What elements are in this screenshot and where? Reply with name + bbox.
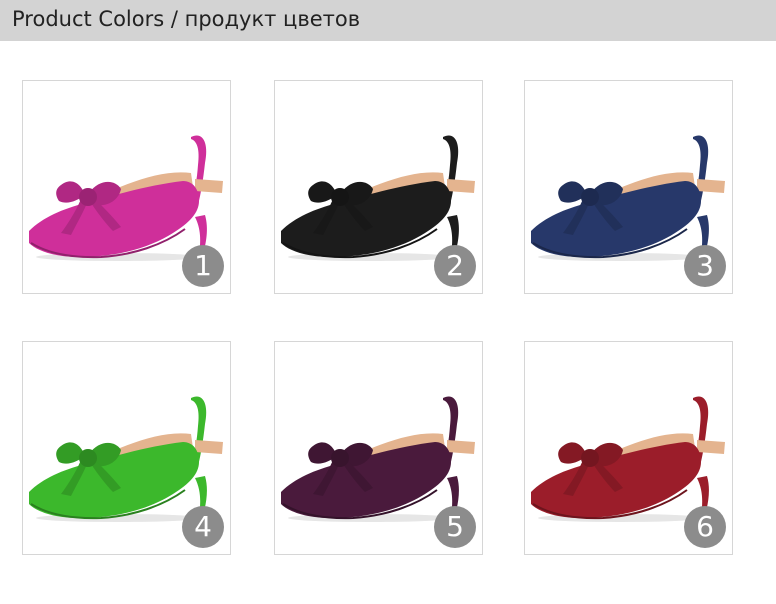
product-color-option-1[interactable]: 1 xyxy=(22,80,231,294)
product-color-option-5[interactable]: 5 xyxy=(274,341,483,555)
header-bar: Product Colors / продукт цветов xyxy=(0,0,776,41)
color-number-badge: 2 xyxy=(434,245,476,287)
product-color-option-3[interactable]: 3 xyxy=(524,80,733,294)
color-number-badge: 6 xyxy=(684,506,726,548)
product-color-option-6[interactable]: 6 xyxy=(524,341,733,555)
page-title: Product Colors / продукт цветов xyxy=(12,7,361,31)
product-color-option-2[interactable]: 2 xyxy=(274,80,483,294)
color-number-badge: 1 xyxy=(182,245,224,287)
color-number-badge: 4 xyxy=(182,506,224,548)
color-number-badge: 3 xyxy=(684,245,726,287)
color-number-badge: 5 xyxy=(434,506,476,548)
product-color-option-4[interactable]: 4 xyxy=(22,341,231,555)
